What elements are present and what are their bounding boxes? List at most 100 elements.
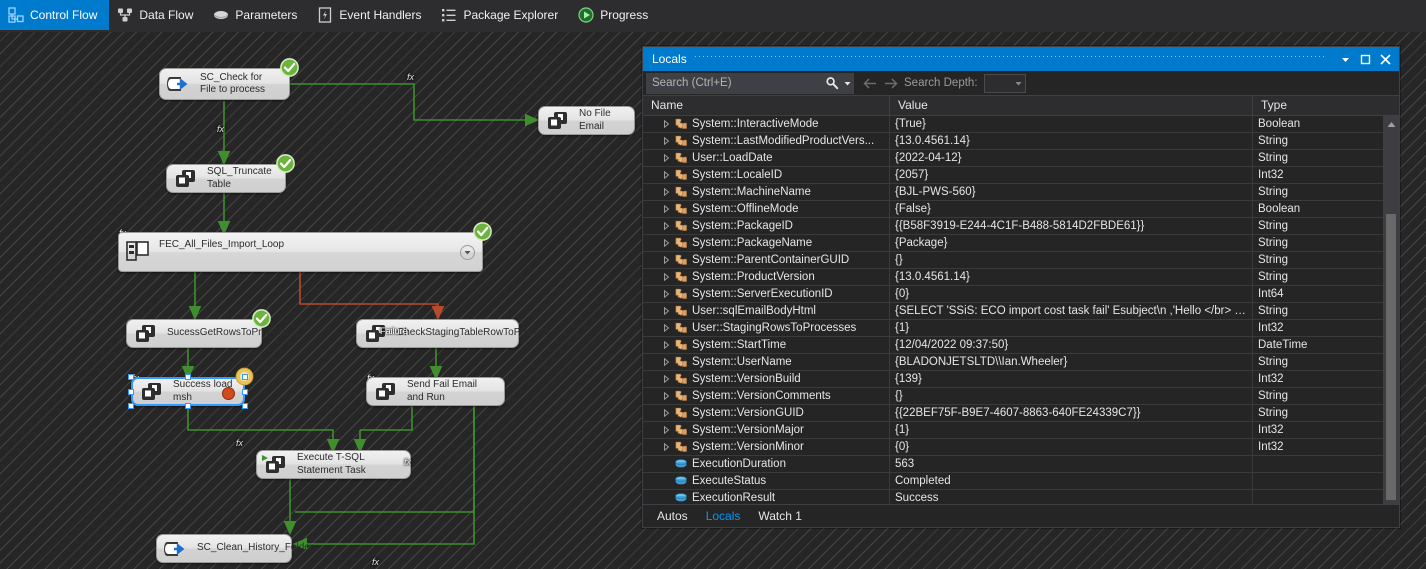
- table-row[interactable]: System::ServerExecutionID {0} Int64: [643, 285, 1399, 303]
- cell-value[interactable]: {{B58F3919-E244-4C1F-B488-5814D2FBDE61}}: [890, 217, 1253, 235]
- cell-value[interactable]: {13.0.4561.14}: [890, 132, 1253, 150]
- search-options-chevron-icon[interactable]: [842, 73, 853, 93]
- cell-value[interactable]: {Package}: [890, 234, 1253, 252]
- tab-package-explorer[interactable]: Package Explorer: [433, 0, 570, 30]
- table-row[interactable]: ExecuteStatus Completed: [643, 472, 1399, 490]
- collapse-chevron-down-icon[interactable]: [460, 245, 475, 260]
- selection-handle[interactable]: [128, 374, 134, 380]
- table-row[interactable]: System::UserName {BLADONJETSLTD\\Ian.Whee…: [643, 353, 1399, 371]
- tab-data-flow[interactable]: Data Flow: [109, 0, 205, 30]
- cell-value[interactable]: {BLADONJETSLTD\\Ian.Wheeler}: [890, 353, 1253, 371]
- cell-value[interactable]: {SELECT 'SSiS: ECO import cost task fail…: [890, 302, 1253, 320]
- selection-handle[interactable]: [128, 403, 134, 409]
- table-row[interactable]: System::OfflineMode {False} Boolean: [643, 200, 1399, 218]
- selection-handle[interactable]: [242, 374, 248, 380]
- title-bar-grip[interactable]: [694, 47, 1327, 71]
- table-row[interactable]: System::PackageName {Package} String: [643, 234, 1399, 252]
- expander-chevron-right-icon[interactable]: [659, 409, 673, 417]
- expander-chevron-right-icon[interactable]: [659, 290, 673, 298]
- table-row[interactable]: System::PackageID {{B58F3919-E244-4C1F-B4…: [643, 217, 1399, 235]
- expander-chevron-right-icon[interactable]: [659, 120, 673, 128]
- selection-handle[interactable]: [242, 388, 248, 395]
- expander-chevron-right-icon[interactable]: [659, 375, 673, 383]
- scroll-up-button[interactable]: [1383, 116, 1399, 132]
- cell-value[interactable]: {BJL-PWS-560}: [890, 183, 1253, 201]
- cell-value[interactable]: Completed: [890, 472, 1253, 490]
- search-input[interactable]: [647, 77, 822, 89]
- task-no-file-email[interactable]: No File Email: [538, 106, 635, 135]
- table-row[interactable]: System::ParentContainerGUID {} String: [643, 251, 1399, 269]
- task-success-load-msh[interactable]: Success load msh: [131, 377, 245, 406]
- expander-chevron-right-icon[interactable]: [659, 307, 673, 315]
- table-row[interactable]: User::sqlEmailBodyHtml {SELECT 'SSiS: ECO…: [643, 302, 1399, 320]
- column-header-name[interactable]: Name: [643, 96, 890, 115]
- expander-chevron-right-icon[interactable]: [659, 137, 673, 145]
- cell-value[interactable]: {True}: [890, 116, 1253, 133]
- debugger-window-tabs[interactable]: Autos Locals Watch 1: [643, 504, 1399, 527]
- selection-handle[interactable]: [185, 403, 191, 409]
- cell-value[interactable]: {2057}: [890, 166, 1253, 184]
- table-row[interactable]: System::VersionBuild {139} Int32: [643, 370, 1399, 388]
- cell-value[interactable]: {0}: [890, 285, 1253, 303]
- table-row[interactable]: System::ProductVersion {13.0.4561.14} Stri…: [643, 268, 1399, 286]
- expander-chevron-right-icon[interactable]: [659, 443, 673, 451]
- expander-chevron-right-icon[interactable]: [659, 273, 673, 281]
- task-fec-all-files-import-loop[interactable]: FEC_All_Files_Import_Loop: [118, 232, 483, 272]
- cell-value[interactable]: {2022-04-12}: [890, 149, 1253, 167]
- expander-chevron-right-icon[interactable]: [659, 188, 673, 196]
- cell-value[interactable]: {13.0.4561.14}: [890, 268, 1253, 286]
- search-next-icon[interactable]: [880, 73, 900, 93]
- tab-parameters[interactable]: Parameters: [205, 0, 309, 30]
- search-previous-icon[interactable]: [860, 73, 880, 93]
- cell-value[interactable]: {{22BEF75F-B9E7-4607-8863-640FE24339C7}}: [890, 404, 1253, 422]
- dropdown-button[interactable]: [1335, 49, 1355, 69]
- table-row[interactable]: User::LoadDate {2022-04-12} String: [643, 149, 1399, 167]
- cell-value[interactable]: {}: [890, 251, 1253, 269]
- expander-chevron-right-icon[interactable]: [659, 171, 673, 179]
- close-button[interactable]: [1375, 49, 1395, 69]
- tab-control-flow[interactable]: Control Flow: [0, 0, 110, 30]
- expander-chevron-right-icon[interactable]: [659, 154, 673, 162]
- table-row[interactable]: System::VersionMinor {0} Int32: [643, 438, 1399, 456]
- table-row[interactable]: System::VersionGUID {{22BEF75F-B9E7-4607-…: [643, 404, 1399, 422]
- task-send-fail-email-and-run[interactable]: Send Fail Email and Run: [366, 377, 505, 406]
- cell-value[interactable]: 563: [890, 455, 1253, 473]
- table-row[interactable]: ExecutionDuration 563: [643, 455, 1399, 473]
- search-icon[interactable]: [822, 73, 842, 93]
- locals-tool-window[interactable]: Locals Search (Ctrl+E) Search Depth: Nam…: [642, 46, 1400, 528]
- expander-chevron-right-icon[interactable]: [659, 324, 673, 332]
- variables-grid-body[interactable]: System::InteractiveMode {True} Boolean Syst…: [643, 116, 1399, 518]
- cell-value[interactable]: {12/04/2022 09:37:50}: [890, 336, 1253, 354]
- cell-value[interactable]: {0}: [890, 438, 1253, 456]
- tab-event-handlers[interactable]: Event Handlers: [309, 0, 433, 30]
- table-row[interactable]: System::VersionComments {} String: [643, 387, 1399, 405]
- task-sc-clean-history-folder[interactable]: SC_Clean_History_Folder: [156, 534, 313, 563]
- table-row[interactable]: System::LastModifiedProductVers... {13.0.…: [643, 132, 1399, 150]
- expander-chevron-right-icon[interactable]: [659, 392, 673, 400]
- column-header-value[interactable]: Value: [890, 96, 1253, 115]
- debugger-tab-locals[interactable]: Locals: [698, 507, 749, 525]
- task-execute-t-sql-statement-task[interactable]: Execute T-SQL Statement Task: [256, 450, 411, 479]
- cell-value[interactable]: {1}: [890, 319, 1253, 337]
- locals-toolbar[interactable]: Search Depth:: [643, 71, 1399, 96]
- cell-value[interactable]: {139}: [890, 370, 1253, 388]
- expander-chevron-right-icon[interactable]: [659, 205, 673, 213]
- cell-value[interactable]: {1}: [890, 421, 1253, 439]
- maximize-button[interactable]: [1355, 49, 1375, 69]
- table-row[interactable]: System::MachineName {BJL-PWS-560} String: [643, 183, 1399, 201]
- search-depth-combo[interactable]: [983, 73, 1026, 93]
- search-box[interactable]: [646, 72, 854, 94]
- locals-title-bar[interactable]: Locals: [643, 47, 1399, 71]
- variables-grid-scrollbar[interactable]: [1383, 116, 1399, 518]
- breakpoint-icon[interactable]: [222, 387, 235, 400]
- selection-handle[interactable]: [128, 388, 134, 395]
- expander-chevron-right-icon[interactable]: [659, 222, 673, 230]
- table-row[interactable]: User::StagingRowsToProcesses {1} Int32: [643, 319, 1399, 337]
- selection-handle[interactable]: [185, 374, 191, 380]
- expander-chevron-right-icon[interactable]: [659, 341, 673, 349]
- cell-value[interactable]: {}: [890, 387, 1253, 405]
- debugger-tab-watch-1[interactable]: Watch 1: [750, 507, 810, 525]
- expander-chevron-right-icon[interactable]: [659, 239, 673, 247]
- table-row[interactable]: System::VersionMajor {1} Int32: [643, 421, 1399, 439]
- cell-value[interactable]: {False}: [890, 200, 1253, 218]
